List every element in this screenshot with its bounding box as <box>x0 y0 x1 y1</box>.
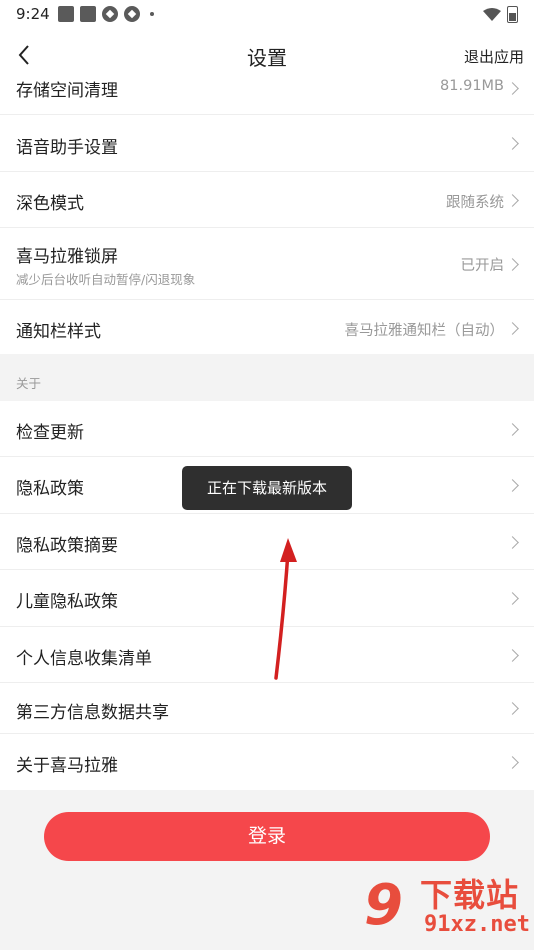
settings-item-value: 已开启 <box>460 258 505 274</box>
notification-app-icon <box>124 6 140 22</box>
about-item-personal-info-list[interactable]: 个人信息收集清单 <box>0 627 534 683</box>
settings-item-lock-screen[interactable]: 喜马拉雅锁屏 减少后台收听自动暂停/闪退现象 已开启 <box>0 228 534 300</box>
settings-item-label: 语音助手设置 <box>16 138 118 158</box>
toast-message: 正在下载最新版本 <box>182 466 352 510</box>
status-time: 9:24 <box>16 5 50 23</box>
settings-item-value: 跟随系统 <box>446 195 504 211</box>
more-notifications-icon <box>150 12 154 16</box>
chevron-right-icon <box>506 137 519 150</box>
notification-square-icon <box>58 6 74 22</box>
about-item-label: 隐私政策摘要 <box>16 536 118 556</box>
chevron-right-icon <box>506 423 519 436</box>
chevron-right-icon <box>506 82 519 95</box>
settings-item-storage[interactable]: 存储空间清理 81.91MB <box>0 72 534 115</box>
watermark-text: 下载站 <box>420 876 520 914</box>
chevron-right-icon <box>506 194 519 207</box>
notification-square-icon <box>80 6 96 22</box>
notification-icons <box>58 6 154 22</box>
settings-item-value: 喜马拉雅通知栏（自动） <box>344 323 505 339</box>
about-item-label: 检查更新 <box>16 423 84 443</box>
chevron-right-icon <box>506 649 519 662</box>
chevron-right-icon <box>506 258 519 271</box>
login-button[interactable]: 登录 <box>44 812 490 861</box>
settings-item-label: 喜马拉雅锁屏 <box>16 247 118 267</box>
wifi-icon <box>483 7 501 21</box>
about-item-check-update[interactable]: 检查更新 <box>0 401 534 457</box>
system-icons <box>483 6 518 23</box>
settings-item-voice-assistant[interactable]: 语音助手设置 <box>0 115 534 172</box>
section-header-about: 关于 <box>16 376 42 391</box>
settings-item-dark-mode[interactable]: 深色模式 跟随系统 <box>0 172 534 228</box>
settings-item-notification-style[interactable]: 通知栏样式 喜马拉雅通知栏（自动） <box>0 300 534 354</box>
settings-group: 存储空间清理 81.91MB 语音助手设置 深色模式 跟随系统 喜马拉雅锁屏 减… <box>0 78 534 354</box>
about-item-third-party-sharing[interactable]: 第三方信息数据共享 <box>0 683 534 734</box>
about-item-label: 关于喜马拉雅 <box>16 756 118 776</box>
settings-item-label: 存储空间清理 <box>16 81 118 101</box>
about-item-children-privacy[interactable]: 儿童隐私政策 <box>0 570 534 627</box>
chevron-right-icon <box>506 536 519 549</box>
settings-item-label: 通知栏样式 <box>16 322 101 342</box>
about-item-label: 个人信息收集清单 <box>16 649 152 669</box>
exit-app-button[interactable]: 退出应用 <box>464 46 524 67</box>
chevron-right-icon <box>506 702 519 715</box>
battery-icon <box>507 6 518 23</box>
settings-item-value: 81.91MB <box>440 78 504 94</box>
about-item-privacy-summary[interactable]: 隐私政策摘要 <box>0 514 534 570</box>
about-item-label: 第三方信息数据共享 <box>16 703 169 723</box>
about-group: 检查更新 隐私政策 隐私政策摘要 儿童隐私政策 个人信息收集清单 第三方信息数据… <box>0 401 534 790</box>
about-item-label: 隐私政策 <box>16 479 84 499</box>
status-bar: 9:24 <box>0 0 534 28</box>
settings-item-subtitle: 减少后台收听自动暂停/闪退现象 <box>16 272 196 287</box>
site-watermark-logo: 9 下载站 91xz.net <box>360 868 530 948</box>
watermark-url: 91xz.net <box>424 912 530 937</box>
chevron-right-icon <box>506 756 519 769</box>
about-item-about-app[interactable]: 关于喜马拉雅 <box>0 734 534 790</box>
notification-app-icon <box>102 6 118 22</box>
watermark-logo-glyph: 9 <box>364 873 403 938</box>
settings-item-label: 深色模式 <box>16 194 84 214</box>
chevron-right-icon <box>506 322 519 335</box>
chevron-right-icon <box>506 592 519 605</box>
chevron-right-icon <box>506 479 519 492</box>
page-title: 设置 <box>247 46 287 70</box>
about-item-label: 儿童隐私政策 <box>16 592 118 612</box>
